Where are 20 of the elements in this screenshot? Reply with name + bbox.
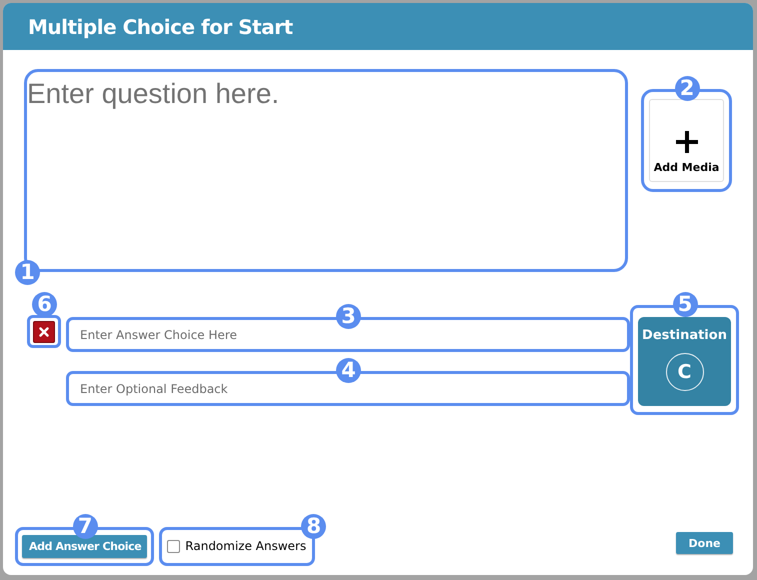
callout-badge: 2 (674, 76, 700, 101)
delete-button[interactable] (33, 321, 55, 343)
destination-value: C (666, 353, 704, 391)
plus-icon (676, 131, 698, 153)
callout-badge: 1 (15, 260, 40, 285)
checkbox[interactable] (167, 540, 180, 552)
callout-badge: 6 (32, 292, 57, 317)
callout-badge: 3 (336, 304, 361, 329)
add-answer-button[interactable]: Add Answer Choice (22, 534, 148, 558)
dialog-title: Multiple Choice for Start (28, 14, 293, 38)
close-icon (39, 327, 49, 337)
done-button[interactable]: Done (676, 532, 733, 554)
callout-badge: 8 (301, 514, 326, 538)
add-media-button[interactable]: Add Media (649, 99, 724, 182)
callout-badge: 4 (336, 358, 361, 383)
destination-label: Destination (642, 328, 727, 343)
callout-badge: 5 (672, 292, 698, 317)
randomize-label: Randomize Answers (185, 539, 306, 553)
callout-badge: 7 (72, 514, 98, 538)
destination-button[interactable]: Destination C (638, 317, 731, 406)
